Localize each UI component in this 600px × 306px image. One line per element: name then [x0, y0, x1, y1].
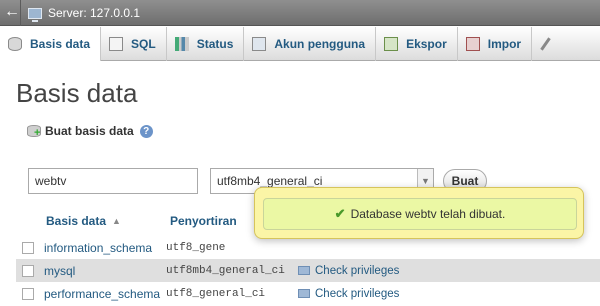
tab-label: Ekspor	[406, 36, 447, 51]
column-header-collation[interactable]: Penyortiran	[152, 214, 237, 228]
sql-icon	[109, 36, 124, 51]
main-tabs: Basis data SQL Status Akun pengguna Eksp…	[0, 26, 600, 61]
new-database-icon	[27, 125, 41, 138]
collation-value: utf8mb4_general_ci	[166, 264, 285, 277]
back-arrow-icon[interactable]: ←	[4, 3, 20, 21]
status-icon	[174, 36, 189, 51]
import-icon	[465, 36, 480, 51]
tab-sql[interactable]: SQL	[101, 26, 167, 61]
check-privileges-link[interactable]: Check privileges	[298, 265, 399, 277]
success-notification[interactable]: ✔ Database webtv telah dibuat.	[254, 187, 584, 239]
check-privileges-link[interactable]: Check privileges	[298, 288, 399, 300]
help-icon[interactable]: ?	[139, 124, 153, 138]
notification-message: Database webtv telah dibuat.	[350, 207, 506, 221]
server-icon	[28, 7, 42, 22]
server-label: Server: 127.0.0.1	[48, 6, 141, 20]
tab-label: Status	[196, 36, 234, 51]
export-icon	[384, 36, 399, 51]
tab-import[interactable]: Impor	[458, 26, 533, 61]
success-check-icon: ✔	[334, 206, 346, 221]
tab-label: Akun pengguna	[274, 36, 366, 51]
page-title: Basis data	[16, 78, 138, 108]
table-row: performance_schema utf8_general_ci Check…	[16, 282, 600, 305]
sort-asc-icon: ▲	[112, 216, 121, 226]
tab-label: Basis data	[30, 36, 91, 51]
column-header-database[interactable]: Basis data ▲	[16, 214, 152, 228]
user-accounts-icon	[252, 36, 267, 51]
row-checkbox[interactable]	[22, 264, 34, 277]
collation-value: utf8_gene	[166, 241, 226, 254]
row-checkbox[interactable]	[22, 287, 34, 300]
tab-label: Impor	[487, 36, 522, 51]
database-name-link[interactable]: mysql	[44, 264, 166, 278]
row-checkbox[interactable]	[22, 241, 34, 254]
collation-selected-value: utf8mb4_general_ci	[217, 174, 323, 188]
tab-settings[interactable]	[532, 27, 558, 61]
create-database-link[interactable]: Buat basis data ?	[27, 124, 153, 138]
table-row: mysql utf8mb4_general_ci Check privilege…	[16, 259, 600, 282]
database-icon	[8, 36, 22, 51]
tab-user-accounts[interactable]: Akun pengguna	[244, 26, 377, 61]
tab-databases[interactable]: Basis data	[0, 26, 102, 61]
create-database-label: Buat basis data	[45, 124, 134, 138]
notification-message-box: ✔ Database webtv telah dibuat.	[263, 198, 577, 230]
tab-export[interactable]: Ekspor	[376, 26, 458, 61]
server-breadcrumb[interactable]: Server: 127.0.0.1	[28, 6, 141, 22]
privileges-icon	[298, 289, 310, 298]
table-row: information_schema utf8_gene	[16, 236, 600, 259]
collation-value: utf8_general_ci	[166, 287, 266, 300]
divider	[20, 0, 21, 26]
database-name-link[interactable]: information_schema	[44, 241, 166, 255]
privileges-icon	[298, 266, 310, 275]
wrench-icon	[538, 37, 552, 51]
tab-label: SQL	[131, 36, 156, 51]
database-name-input[interactable]	[28, 168, 198, 194]
server-breadcrumb-bar: ← Server: 127.0.0.1	[0, 0, 600, 26]
tab-status[interactable]: Status	[167, 26, 245, 61]
database-name-link[interactable]: performance_schema	[44, 287, 166, 301]
